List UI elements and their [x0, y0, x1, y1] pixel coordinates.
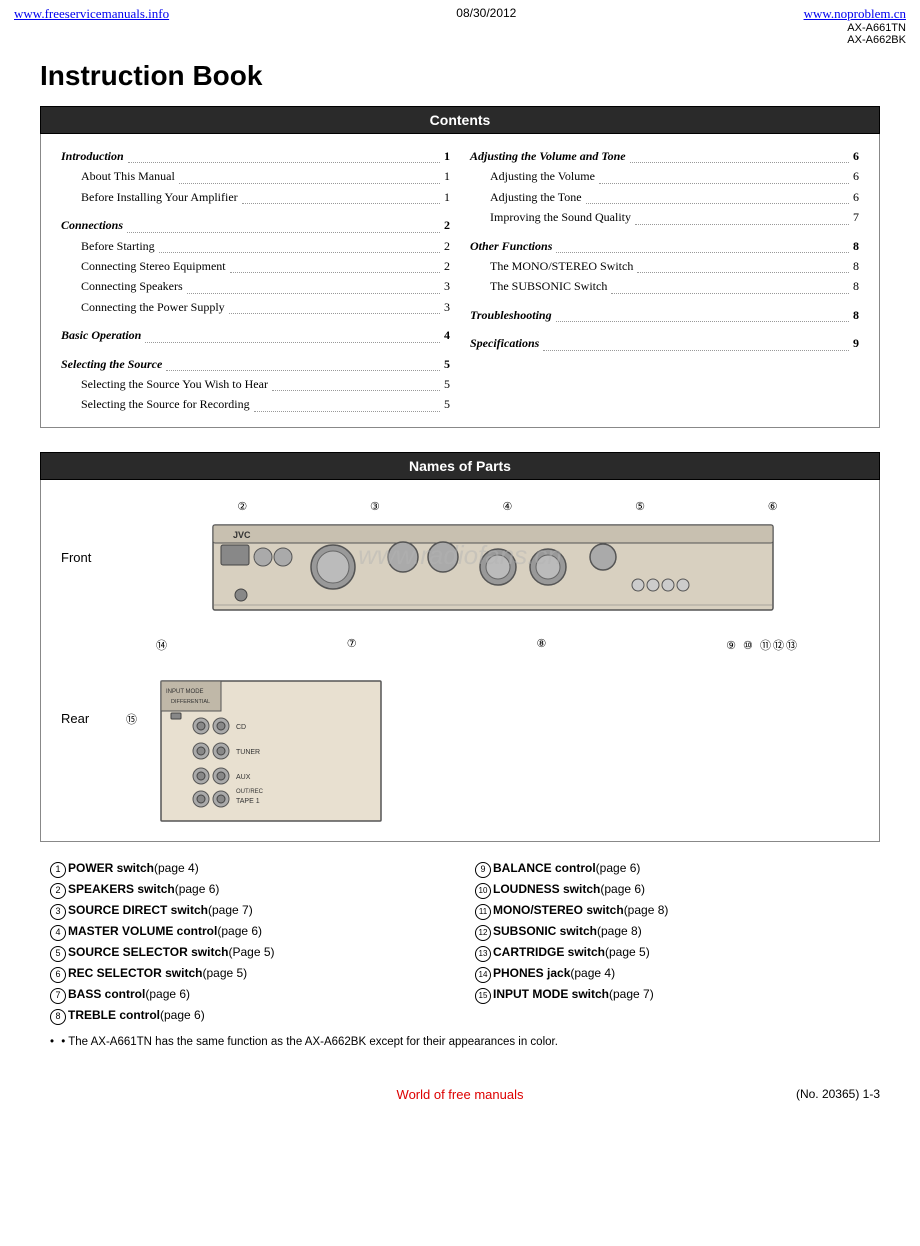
contents-section: Contents Introduction 1 About This Manua… — [40, 106, 880, 428]
callout-numbers-bottom: ⑭ ⑦ ⑧ ⑨ ⑩ ⑪⑫⑬ — [126, 637, 859, 653]
toc-source-recording: Selecting the Source for Recording 5 — [61, 394, 450, 414]
model-line2: AX-A662BK — [804, 34, 906, 46]
parts-item-7: 7 BASS control (page 6) — [50, 984, 445, 1005]
page-title: Instruction Book — [40, 60, 880, 92]
page-footer: World of free manuals (No. 20365) 1-3 — [0, 1078, 920, 1110]
rear-label: Rear — [61, 671, 126, 726]
svg-text:TAPE 1: TAPE 1 — [236, 798, 260, 805]
parts-list-section: 1 POWER switch (page 4) 2 SPEAKERS switc… — [40, 858, 880, 1048]
toc-connecting-stereo: Connecting Stereo Equipment 2 — [61, 256, 450, 276]
footer-page: (No. 20365) 1-3 — [796, 1087, 880, 1101]
toc-before-installing: Before Installing Your Amplifier 1 — [61, 187, 450, 207]
contents-left-col: Introduction 1 About This Manual 1 Befor… — [61, 146, 450, 415]
contents-table: Introduction 1 About This Manual 1 Befor… — [40, 134, 880, 428]
parts-item-14: 14 PHONES jack (page 4) — [475, 963, 870, 984]
toc-connections: Connections 2 — [61, 215, 450, 235]
parts-item-11: 11 MONO/STEREO switch (page 8) — [475, 900, 870, 921]
parts-item-10: 10 LOUDNESS switch (page 6) — [475, 879, 870, 900]
parts-item-4: 4 MASTER VOLUME control (page 6) — [50, 921, 445, 942]
parts-item-9: 9 BALANCE control (page 6) — [475, 858, 870, 879]
note-text: • The AX-A661TN has the same function as… — [61, 1036, 558, 1048]
toc-basic-operation: Basic Operation 4 — [61, 325, 450, 345]
parts-section: Names of Parts www.radiofans.cn Front ② … — [40, 452, 880, 1048]
contents-header: Contents — [40, 106, 880, 134]
toc-about-manual: About This Manual 1 — [61, 166, 450, 186]
header-left: www.freeservicemanuals.info — [14, 6, 169, 22]
note-line: • • The AX-A661TN has the same function … — [50, 1036, 870, 1048]
header-right: www.noproblem.cn AX-A661TN AX-A662BK — [804, 6, 906, 46]
parts-item-1: 1 POWER switch (page 4) — [50, 858, 445, 879]
toc-connecting-speakers: Connecting Speakers 3 — [61, 276, 450, 296]
svg-text:JVC: JVC — [233, 530, 251, 540]
header-date: 08/30/2012 — [456, 6, 516, 20]
parts-item-13: 13 CARTRIDGE switch (page 5) — [475, 942, 870, 963]
parts-item-3: 3 SOURCE DIRECT switch (page 7) — [50, 900, 445, 921]
toc-connecting-power: Connecting the Power Supply 3 — [61, 297, 450, 317]
toc-introduction: Introduction 1 — [61, 146, 450, 166]
parts-item-5: 5 SOURCE SELECTOR switch (Page 5) — [50, 942, 445, 963]
toc-improving-sound: Improving the Sound Quality 7 — [470, 207, 859, 227]
callout-15: ⑮ — [126, 671, 137, 727]
parts-diagram: www.radiofans.cn Front ② ③ ④ ⑤ ⑥ — [40, 480, 880, 842]
svg-text:CD: CD — [236, 724, 246, 731]
front-panel-container: ② ③ ④ ⑤ ⑥ JVC — [126, 500, 859, 653]
contents-right-col: Adjusting the Volume and Tone 6 Adjustin… — [470, 146, 859, 415]
footer-world: World of free manuals — [320, 1087, 600, 1102]
toc-before-starting: Before Starting 2 — [61, 236, 450, 256]
right-url[interactable]: www.noproblem.cn — [804, 6, 906, 21]
svg-text:OUT/REC: OUT/REC — [236, 789, 264, 795]
rear-diagram-row: Rear ⑮ INPUT MODE DIFFERENTIAL — [61, 671, 859, 831]
toc-source-wish: Selecting the Source You Wish to Hear 5 — [61, 374, 450, 394]
toc-adj-volume: Adjusting the Volume 6 — [470, 166, 859, 186]
svg-text:AUX: AUX — [236, 774, 251, 781]
svg-text:INPUT MODE: INPUT MODE — [166, 689, 204, 695]
parts-left-col: 1 POWER switch (page 4) 2 SPEAKERS switc… — [50, 858, 445, 1026]
model-line1: AX-A661TN — [804, 22, 906, 34]
parts-item-15: 15 INPUT MODE switch (page 7) — [475, 984, 870, 1005]
toc-other-functions: Other Functions 8 — [470, 236, 859, 256]
callout-numbers-top: ② ③ ④ ⑤ ⑥ — [126, 500, 859, 515]
toc-adjusting-volume: Adjusting the Volume and Tone 6 — [470, 146, 859, 166]
svg-text:TUNER: TUNER — [236, 749, 260, 756]
page-header: www.freeservicemanuals.info 08/30/2012 w… — [0, 0, 920, 48]
front-label: Front — [61, 500, 126, 565]
rear-panel-container: ⑮ INPUT MODE DIFFERENTIAL — [126, 671, 859, 831]
parts-list-cols: 1 POWER switch (page 4) 2 SPEAKERS switc… — [50, 858, 870, 1026]
rear-panel-svg: INPUT MODE DIFFERENTIAL CD TUNER — [141, 671, 421, 831]
parts-item-8: 8 TREBLE control (page 6) — [50, 1005, 445, 1026]
parts-item-6: 6 REC SELECTOR switch (page 5) — [50, 963, 445, 984]
main-content: Instruction Book Contents Introduction 1… — [0, 48, 920, 1068]
parts-item-12: 12 SUBSONIC switch (page 8) — [475, 921, 870, 942]
parts-item-2: 2 SPEAKERS switch (page 6) — [50, 879, 445, 900]
parts-right-col: 9 BALANCE control (page 6) 10 LOUDNESS s… — [475, 858, 870, 1026]
toc-troubleshooting: Troubleshooting 8 — [470, 305, 859, 325]
svg-text:DIFFERENTIAL: DIFFERENTIAL — [171, 699, 210, 705]
toc-mono-stereo: The MONO/STEREO Switch 8 — [470, 256, 859, 276]
left-url[interactable]: www.freeservicemanuals.info — [14, 6, 169, 21]
toc-adj-tone: Adjusting the Tone 6 — [470, 187, 859, 207]
toc-subsonic: The SUBSONIC Switch 8 — [470, 276, 859, 296]
toc-selecting-source: Selecting the Source 5 — [61, 354, 450, 374]
toc-specifications: Specifications 9 — [470, 333, 859, 353]
parts-header: Names of Parts — [40, 452, 880, 480]
front-panel-svg: JVC — [203, 515, 783, 635]
front-diagram-row: Front ② ③ ④ ⑤ ⑥ — [61, 500, 859, 653]
